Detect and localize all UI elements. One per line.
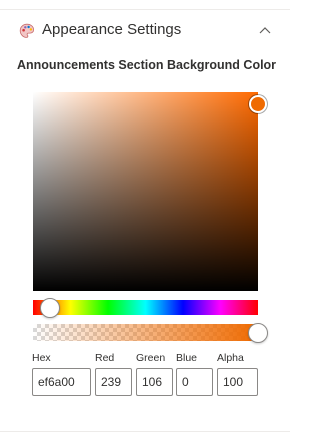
red-input[interactable]	[95, 368, 132, 396]
hue-slider-thumb[interactable]	[39, 297, 60, 318]
green-input[interactable]	[136, 368, 173, 396]
green-label: Green	[136, 352, 166, 364]
alpha-gradient	[33, 324, 258, 341]
saturation-value-area[interactable]	[33, 92, 267, 291]
blue-label: Blue	[176, 352, 198, 364]
chevron-up-icon[interactable]	[258, 25, 272, 35]
appearance-settings-header[interactable]: Appearance Settings	[0, 10, 290, 50]
section-label: Announcements Section Background Color	[17, 58, 277, 72]
bottom-divider	[0, 431, 290, 432]
color-selector-thumb[interactable]	[249, 94, 267, 113]
panel-title: Appearance Settings	[42, 21, 182, 38]
alpha-slider[interactable]	[33, 322, 268, 343]
red-label: Red	[95, 352, 115, 364]
palette-icon	[19, 23, 35, 38]
hex-label: Hex	[32, 352, 51, 364]
alpha-input[interactable]	[217, 368, 258, 396]
alpha-label: Alpha	[217, 352, 244, 364]
blue-input[interactable]	[176, 368, 213, 396]
top-divider	[0, 0, 290, 10]
alpha-slider-thumb[interactable]	[248, 322, 268, 343]
hue-slider[interactable]	[33, 297, 258, 318]
hex-input[interactable]	[32, 368, 91, 396]
